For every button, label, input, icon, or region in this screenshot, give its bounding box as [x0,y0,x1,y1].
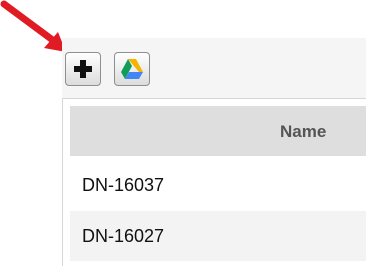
add-button[interactable] [65,52,101,86]
column-header-name[interactable]: Name [280,122,326,142]
file-grid: Name DN-16037 DN-16027 [62,98,366,266]
row-name-cell: DN-16037 [82,174,165,195]
toolbar [62,38,366,98]
plus-icon [74,60,92,78]
google-drive-icon [121,59,143,79]
table-row[interactable]: DN-16037 [70,160,366,210]
app-view: Name DN-16037 DN-16027 [0,0,366,266]
row-name-cell: DN-16027 [82,225,165,246]
google-drive-button[interactable] [114,52,150,86]
table-row[interactable]: DN-16027 [70,211,366,261]
grid-header: Name [70,106,366,156]
